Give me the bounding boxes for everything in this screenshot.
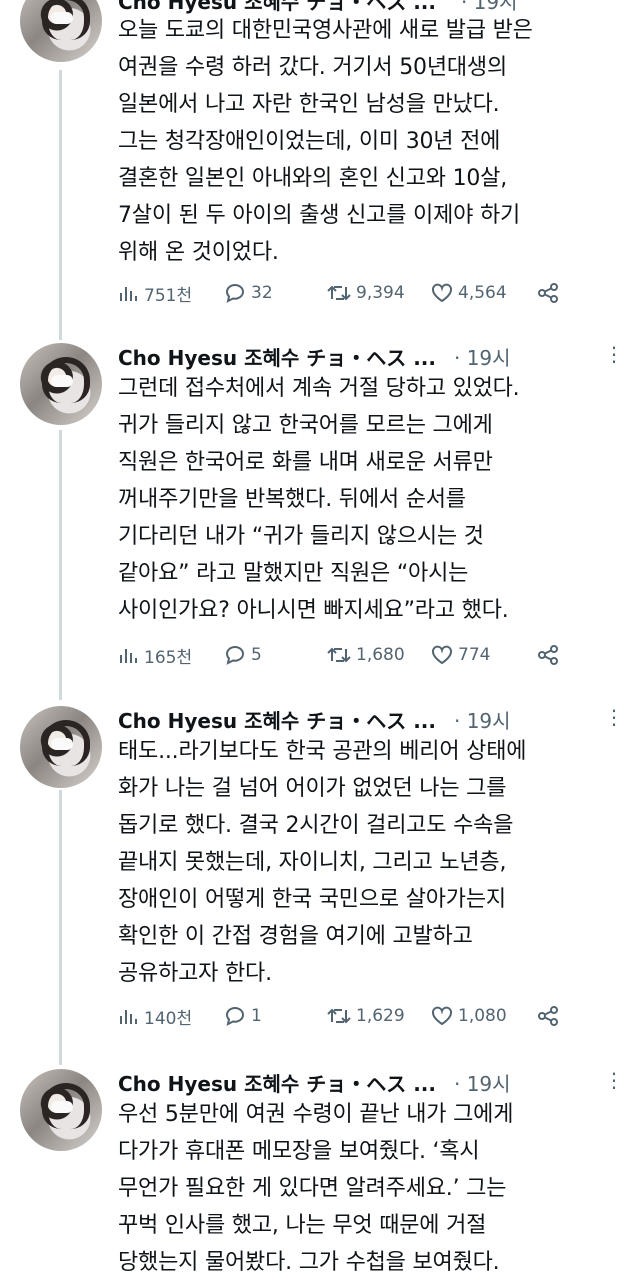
- more-vertical-icon[interactable]: ⋮: [604, 342, 624, 366]
- avatar[interactable]: [20, 343, 102, 425]
- retweet-button[interactable]: 9,394: [326, 278, 405, 308]
- views-button[interactable]: 140천: [118, 1001, 192, 1031]
- share-icon: [538, 1006, 558, 1026]
- reply-bubble-icon: [225, 646, 245, 665]
- tweet-time[interactable]: · 19시: [454, 346, 511, 370]
- bar-chart-icon: [120, 649, 137, 663]
- tweet-text: 오늘 도쿄의 대한민국영사관에 새로 발급 받은 여권을 수령 하러 갔다. 거…: [118, 18, 533, 265]
- avatar[interactable]: [20, 1069, 102, 1151]
- heart-icon: [432, 283, 452, 303]
- tweet-actions: 165천 5 1,680 774: [118, 640, 608, 670]
- reply-count: 5: [251, 645, 262, 665]
- share-button[interactable]: [536, 278, 564, 308]
- like-count: 4,564: [458, 283, 507, 303]
- tweet-time[interactable]: · 19시: [454, 1072, 511, 1096]
- views-button[interactable]: 751천: [118, 278, 192, 308]
- tweet-text: 그런데 접수처에서 계속 거절 당하고 있었다. 귀가 들리지 않고 한국어를 …: [118, 376, 520, 623]
- heart-icon: [432, 1006, 452, 1026]
- reply-button[interactable]: 5: [223, 640, 262, 670]
- like-count: 1,080: [458, 1006, 507, 1026]
- like-button[interactable]: 774: [430, 640, 490, 670]
- tweet-header: Cho Hyesu 조혜수 チョ・ヘス ... · 19시: [118, 1068, 511, 1097]
- reply-count: 32: [251, 283, 273, 303]
- tweet-actions: 751천 32 9,394 4,564: [118, 278, 608, 308]
- retweet-button[interactable]: 1,629: [326, 1001, 405, 1031]
- retweet-count: 1,629: [356, 1006, 405, 1026]
- reply-count: 1: [251, 1006, 262, 1026]
- tweet-header: Cho Hyesu 조혜수 チョ・ヘス ... · 19시: [118, 342, 511, 371]
- more-vertical-icon[interactable]: ⋮: [604, 1068, 624, 1092]
- reply-bubble-icon: [225, 284, 245, 303]
- avatar[interactable]: [20, 0, 102, 62]
- tweet-text: 우선 5분만에 여권 수령이 끝난 내가 그에게 다가가 휴대폰 메모장을 보여…: [118, 1102, 514, 1275]
- share-icon: [538, 283, 558, 303]
- tweet-time[interactable]: · 19시: [454, 709, 511, 733]
- reply-button[interactable]: 1: [223, 1001, 262, 1031]
- bar-chart-icon: [120, 1010, 137, 1024]
- tweet-1[interactable]: Cho Hyesu 조혜수 チョ・ヘス ... · 19시 오늘 도쿄의 대한민…: [0, 0, 640, 335]
- tweet-4[interactable]: Cho Hyesu 조혜수 チョ・ヘス ... · 19시 ⋮ 우선 5분만에 여…: [0, 1066, 640, 1280]
- more-vertical-icon[interactable]: ⋮: [604, 705, 624, 729]
- heart-icon: [432, 645, 452, 665]
- share-button[interactable]: [536, 640, 564, 670]
- reply-bubble-icon: [225, 1007, 245, 1026]
- author-name[interactable]: Cho Hyesu 조혜수 チョ・ヘス ...: [118, 346, 436, 370]
- share-button[interactable]: [536, 1001, 564, 1031]
- retweet-icon: [327, 285, 351, 301]
- bar-chart-icon: [120, 287, 137, 301]
- views-count: 140천: [144, 1008, 193, 1029]
- retweet-count: 1,680: [356, 645, 405, 665]
- reply-button[interactable]: 32: [223, 278, 273, 308]
- views-count: 165천: [144, 647, 193, 668]
- tweet-3[interactable]: Cho Hyesu 조혜수 チョ・ヘス ... · 19시 ⋮ 태도...라기보다…: [0, 703, 640, 1063]
- author-name[interactable]: Cho Hyesu 조혜수 チョ・ヘス ...: [118, 709, 436, 733]
- tweet-2[interactable]: Cho Hyesu 조혜수 チョ・ヘス ... · 19시 ⋮ 그런데 접수처에서…: [0, 340, 640, 700]
- tweet-text: 태도...라기보다도 한국 공관의 베리어 상태에 화가 나는 걸 넘어 어이가…: [118, 739, 527, 986]
- like-count: 774: [458, 645, 491, 665]
- retweet-icon: [327, 1008, 351, 1024]
- retweet-count: 9,394: [356, 283, 405, 303]
- views-button[interactable]: 165천: [118, 640, 192, 670]
- like-button[interactable]: 4,564: [430, 278, 507, 308]
- retweet-button[interactable]: 1,680: [326, 640, 405, 670]
- share-icon: [538, 645, 558, 665]
- avatar[interactable]: [20, 706, 102, 788]
- views-count: 751천: [144, 285, 193, 306]
- author-name[interactable]: Cho Hyesu 조혜수 チョ・ヘス ...: [118, 1072, 436, 1096]
- retweet-icon: [327, 647, 351, 663]
- like-button[interactable]: 1,080: [430, 1001, 507, 1031]
- tweet-header: Cho Hyesu 조혜수 チョ・ヘス ... · 19시: [118, 705, 511, 734]
- tweet-actions: 140천 1 1,629 1,080: [118, 1001, 608, 1031]
